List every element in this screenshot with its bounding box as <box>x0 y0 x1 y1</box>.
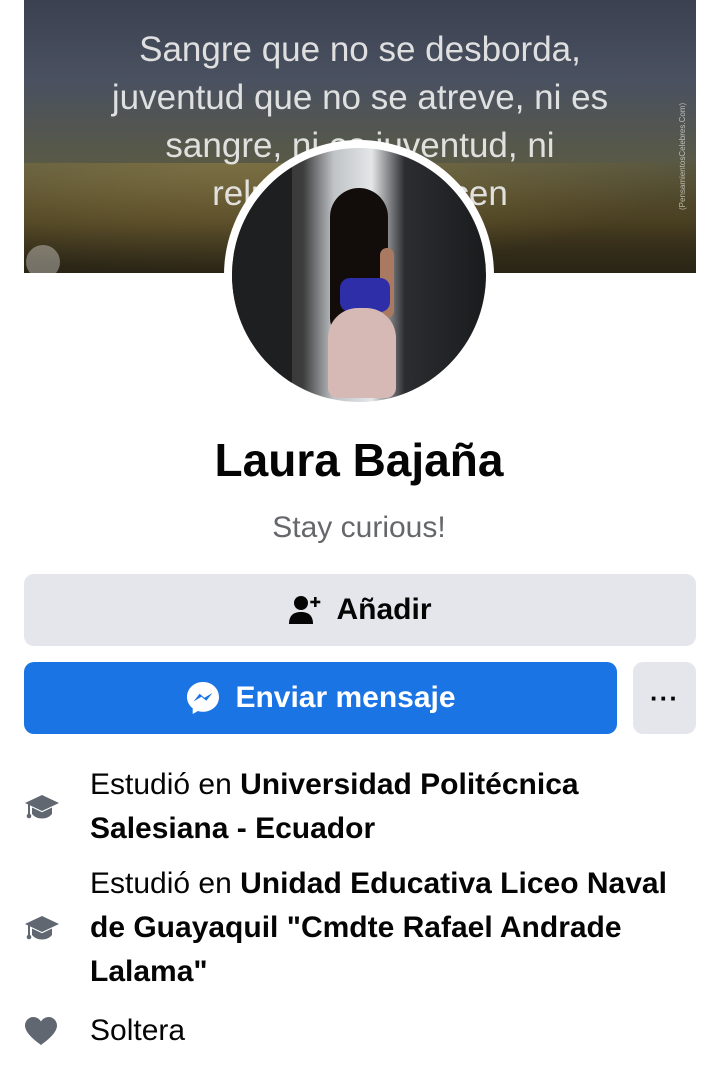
profile-bio: Stay curious! <box>272 511 446 544</box>
add-friend-icon <box>289 596 321 624</box>
detail-value: Soltera <box>90 1014 186 1047</box>
profile-picture[interactable] <box>224 140 494 410</box>
add-friend-button[interactable]: Añadir <box>24 574 696 646</box>
more-options-button[interactable]: ··· <box>633 662 696 734</box>
graduation-cap-icon <box>25 795 59 819</box>
detail-prefix: Estudió en <box>90 867 241 900</box>
heart-icon <box>25 1017 57 1045</box>
profile-name: Laura Bajaña <box>214 434 504 486</box>
detail-prefix: Estudió en <box>90 768 241 801</box>
cover-credit-text: (PensamientosCelebres.Com) <box>678 102 687 210</box>
avatar <box>232 148 486 402</box>
messenger-icon <box>187 682 220 714</box>
send-message-button[interactable]: Enviar mensaje <box>24 662 617 734</box>
graduation-cap-icon <box>25 916 59 940</box>
detail-education-2: Estudió en Unidad Educativa Liceo Naval … <box>24 862 704 994</box>
send-message-label: Enviar mensaje <box>235 681 456 714</box>
detail-relationship: Soltera <box>24 1009 704 1053</box>
add-friend-label: Añadir <box>336 593 432 626</box>
detail-education-1: Estudió en Universidad Politécnica Sales… <box>24 763 704 851</box>
camera-icon[interactable] <box>26 245 60 273</box>
more-options-icon: ··· <box>650 682 679 713</box>
